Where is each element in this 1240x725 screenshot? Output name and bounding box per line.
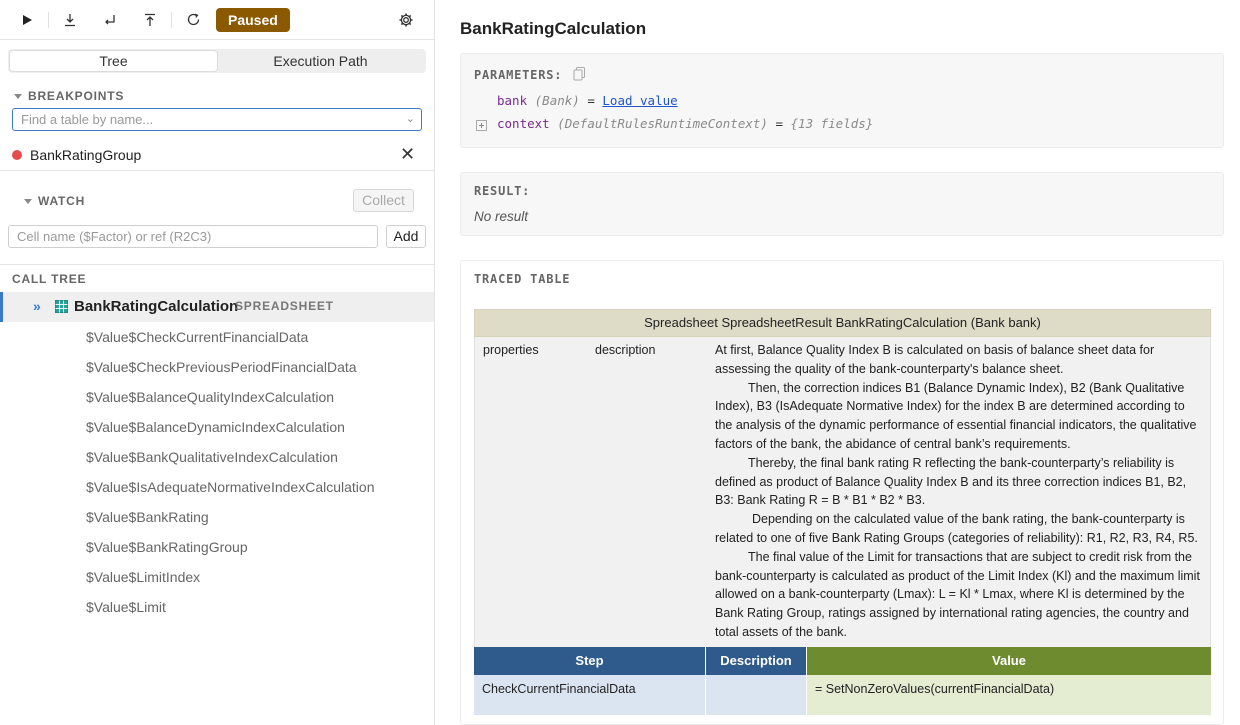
traced-table-card: TRACED TABLE Spreadsheet SpreadsheetResu… (460, 260, 1224, 725)
find-table-input[interactable]: Find a table by name... ⌄ (12, 108, 422, 131)
debugger-sidebar: Paused Tree Execution Path BREAKPOINTS F… (0, 0, 435, 725)
breakpoint-label: BankRatingGroup (30, 147, 142, 163)
call-tree-item[interactable]: $Value$Limit (86, 592, 374, 622)
table-row[interactable]: CheckCurrentFinancialData = SetNonZeroVa… (474, 675, 1211, 705)
properties-key: properties (483, 343, 539, 357)
cell-description[interactable] (706, 675, 807, 705)
breakpoint-item[interactable]: BankRatingGroup ✕ (0, 140, 434, 171)
expand-icon[interactable] (476, 118, 487, 136)
call-tree-root[interactable]: » BankRatingCalculation SPREADSHEET (0, 292, 434, 322)
breakpoint-dot-icon (12, 150, 22, 160)
traced-table: Spreadsheet SpreadsheetResult BankRating… (474, 309, 1211, 715)
param-name: context (497, 116, 550, 131)
parameters-heading: PARAMETERS: (474, 68, 563, 82)
traced-heading: TRACED TABLE (474, 272, 571, 286)
watch-input[interactable]: Cell name ($Factor) or ref (R2C3) (8, 225, 378, 248)
collect-button[interactable]: Collect (353, 189, 414, 212)
gear-icon[interactable] (393, 7, 419, 33)
result-value: No result (474, 209, 529, 224)
tab-execution-path[interactable]: Execution Path (217, 51, 424, 71)
watch-input-placeholder: Cell name ($Factor) or ref (R2C3) (17, 229, 212, 244)
description-paragraph: Depending on the calculated value of the… (715, 512, 1198, 545)
param-context: context (DefaultRulesRuntimeContext) = {… (497, 116, 873, 131)
breakpoints-heading: BREAKPOINTS (28, 89, 125, 103)
collapse-icon (24, 198, 32, 204)
column-header-description: Description (706, 647, 807, 675)
call-tree-item[interactable]: $Value$CheckCurrentFinancialData (86, 322, 374, 352)
view-switcher: Tree Execution Path (8, 49, 426, 73)
result-card: RESULT: No result (460, 172, 1224, 236)
description-paragraph: The final value of the Limit for transac… (715, 549, 1200, 639)
param-type: (Bank) (534, 93, 580, 108)
spreadsheet-icon (55, 300, 68, 318)
call-tree-item[interactable]: $Value$BalanceQualityIndexCalculation (86, 382, 374, 412)
result-heading: RESULT: (474, 184, 531, 198)
parameters-card: PARAMETERS: bank (Bank) = Load value con… (460, 53, 1224, 148)
debug-toolbar: Paused (0, 0, 434, 40)
table-title: Spreadsheet SpreadsheetResult BankRating… (474, 309, 1211, 337)
call-tree-item[interactable]: $Value$BalanceDynamicIndexCalculation (86, 412, 374, 442)
param-value: {13 fields} (790, 116, 874, 131)
call-tree-item[interactable]: $Value$IsAdequateNormativeIndexCalculati… (86, 472, 374, 502)
add-watch-button[interactable]: Add (386, 225, 426, 248)
column-header-value: Value (807, 647, 1211, 675)
call-tree-root-label: BankRatingCalculation (74, 298, 239, 315)
call-tree-item[interactable]: $Value$LimitIndex (86, 562, 374, 592)
call-tree-item[interactable]: $Value$BankRatingGroup (86, 532, 374, 562)
description-paragraph: At first, Balance Quality Index B is cal… (715, 343, 1155, 376)
cell-value[interactable]: = SetNonZeroValues(currentFinancialData) (807, 675, 1211, 705)
toolbar-divider (171, 11, 172, 28)
step-over-icon[interactable] (97, 7, 123, 33)
cell-step[interactable]: CheckCurrentFinancialData (474, 675, 706, 705)
description-text: At first, Balance Quality Index B is cal… (715, 341, 1205, 642)
breakpoints-header[interactable]: BREAKPOINTS (14, 89, 124, 103)
status-badge: Paused (216, 7, 290, 32)
watch-heading: WATCH (38, 194, 86, 208)
find-table-placeholder: Find a table by name... (21, 112, 154, 127)
watch-header[interactable]: WATCH (24, 194, 85, 208)
call-tree-item[interactable]: $Value$BankQualitativeIndexCalculation (86, 442, 374, 472)
tab-tree[interactable]: Tree (10, 51, 217, 71)
param-name: bank (497, 93, 528, 108)
table-header-row: Step Description Value (474, 647, 1211, 675)
properties-field: description (595, 343, 656, 357)
call-tree-item[interactable]: $Value$CheckPreviousPeriodFinancialData (86, 352, 374, 382)
restart-icon[interactable] (180, 7, 206, 33)
chevron-down-icon[interactable]: ⌄ (406, 111, 415, 128)
collapse-icon (14, 93, 22, 99)
step-into-icon[interactable] (57, 7, 83, 33)
divider (0, 264, 434, 265)
resume-icon[interactable] (14, 7, 40, 33)
param-equals: = (775, 116, 783, 131)
load-value-link[interactable]: Load value (602, 93, 677, 108)
step-out-icon[interactable] (137, 7, 163, 33)
copy-icon[interactable] (573, 67, 586, 86)
description-paragraph: Thereby, the final bank rating R reflect… (715, 455, 1187, 508)
column-header-step: Step (474, 647, 706, 675)
details-pane: BankRatingCalculation PARAMETERS: bank (… (436, 0, 1240, 725)
cell-description (706, 705, 807, 715)
param-type: (DefaultRulesRuntimeContext) (557, 116, 768, 131)
close-icon[interactable]: ✕ (400, 144, 415, 165)
cell-value (807, 705, 1211, 715)
table-row (474, 705, 1211, 715)
call-tree-root-type: SPREADSHEET (235, 299, 334, 313)
properties-row: properties description At first, Balance… (474, 337, 1211, 647)
param-equals: = (587, 93, 595, 108)
call-tree-heading: CALL TREE (12, 272, 87, 286)
double-chevron-right-icon[interactable]: » (33, 298, 41, 314)
cell-step (474, 705, 706, 715)
call-tree-children: $Value$CheckCurrentFinancialData $Value$… (86, 322, 374, 622)
description-paragraph: Then, the correction indices B1 (Balance… (715, 380, 1197, 451)
page-title: BankRatingCalculation (460, 19, 647, 38)
toolbar-divider (48, 11, 49, 28)
call-tree-item[interactable]: $Value$BankRating (86, 502, 374, 532)
param-bank: bank (Bank) = Load value (497, 93, 678, 108)
